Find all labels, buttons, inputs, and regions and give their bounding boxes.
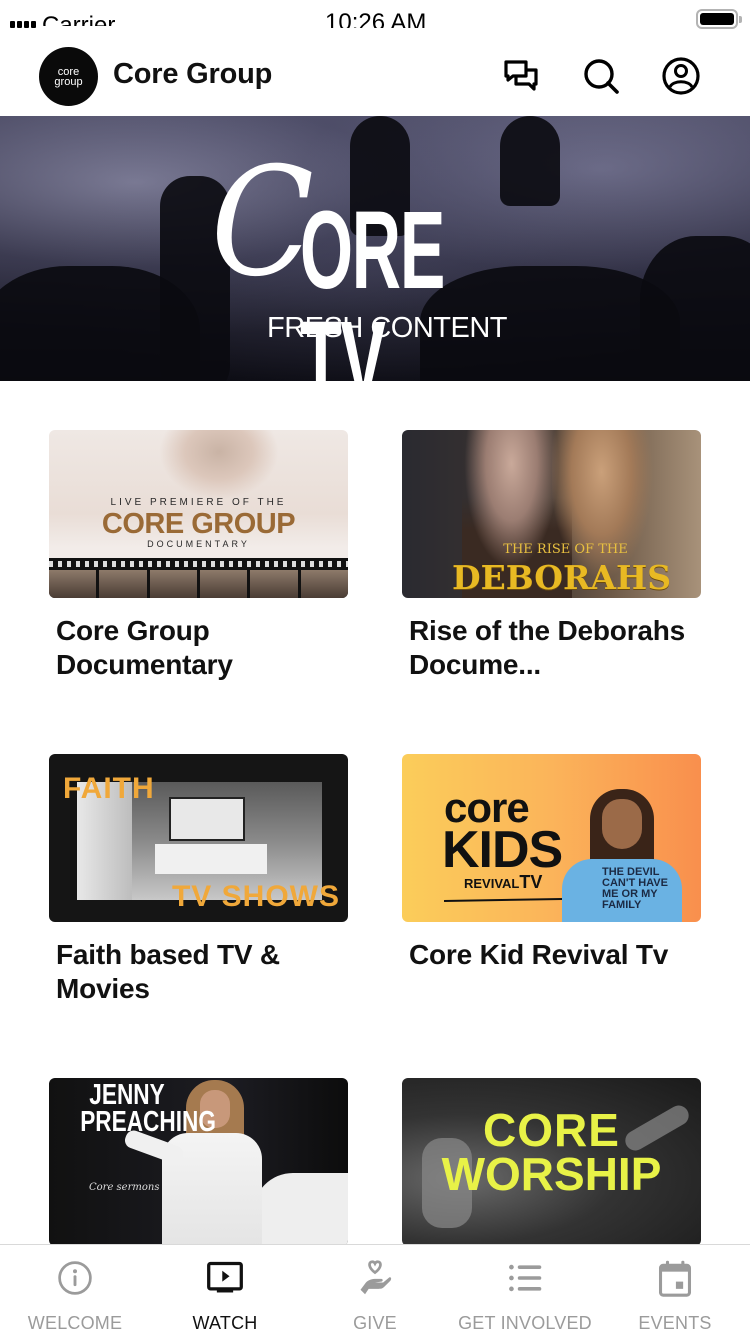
video-title: Core Group Documentary	[56, 615, 233, 680]
video-thumbnail[interactable]: THE RISE OF THE DEBORAHS	[402, 430, 701, 598]
video-title: Rise of the Deborahs Docume...	[409, 615, 686, 680]
thumb-text: THE RISE OF THE	[503, 542, 628, 557]
search-button[interactable]	[581, 56, 621, 96]
thumb-text: LIVE PREMIERE OF THE	[110, 497, 287, 508]
thumb-text: DEBORAHS	[451, 558, 672, 597]
info-icon	[58, 1261, 92, 1295]
tab-label: GET INVOLVED	[458, 1313, 592, 1333]
video-card[interactable]: THE RISE OF THE DEBORAHS Rise of the Deb…	[402, 430, 701, 682]
tab-welcome[interactable]: WELCOME	[0, 1245, 150, 1334]
video-thumbnail[interactable]: JENNY PREACHING Core sermons	[49, 1078, 348, 1246]
chat-button[interactable]	[501, 56, 541, 96]
thumb-text: CORE GROUP	[101, 508, 296, 540]
logo-text-top: core	[57, 65, 80, 78]
hero-title-script: C	[210, 136, 315, 310]
video-title: Faith based TV & Movies	[56, 939, 280, 1004]
video-card[interactable]: CORE WORSHIP	[402, 1078, 701, 1246]
carrier-label: Carrier	[42, 14, 115, 26]
thumb-text: CORE	[483, 1104, 620, 1156]
video-card[interactable]: FAITH TV SHOWS Faith based TV & Movies	[49, 754, 348, 1006]
chat-icon	[504, 60, 538, 91]
thumb-text: JENNY PREACHING	[80, 1079, 216, 1138]
status-bar: Carrier 10:26 AM	[0, 0, 750, 36]
thumb-text: Core sermons	[89, 1182, 160, 1193]
list-icon	[509, 1264, 542, 1292]
video-thumbnail[interactable]: CORE WORSHIP	[402, 1078, 701, 1246]
video-card[interactable]: LIVE PREMIERE OF THE CORE GROUP DOCUMENT…	[49, 430, 348, 682]
logo-text-bottom: group	[54, 75, 83, 88]
film-strip	[49, 558, 348, 598]
app-logo[interactable]: core group	[39, 47, 98, 106]
tab-label: EVENTS	[638, 1313, 712, 1333]
crowd-silhouette	[640, 236, 750, 381]
calendar-icon	[658, 1260, 692, 1297]
battery-icon	[696, 9, 742, 29]
thumb-text: WORSHIP	[441, 1148, 662, 1200]
tab-label: GIVE	[353, 1313, 397, 1333]
video-thumbnail[interactable]: FAITH TV SHOWS	[49, 754, 348, 922]
shirt-text: THE DEVIL CAN'T HAVE ME OR MY FAMILY	[602, 866, 668, 911]
tab-events[interactable]: EVENTS	[600, 1245, 750, 1334]
thumb-text: REVIVALTV	[464, 872, 543, 892]
app-title: Core Group	[113, 58, 273, 90]
hero-title-block: ORE TV	[300, 189, 445, 382]
video-thumbnail[interactable]: core KIDS REVIVALTV THE DEVIL CAN'T HAVE…	[402, 754, 701, 922]
thumb-text: TV SHOWS	[171, 880, 340, 913]
tab-label: WELCOME	[27, 1313, 123, 1333]
thumb-text: KIDS	[442, 821, 563, 879]
hero-banner[interactable]: C ORE TV FRESH CONTENT	[0, 116, 750, 381]
tv-play-icon	[207, 1261, 243, 1293]
tab-watch[interactable]: WATCH	[150, 1245, 300, 1334]
tab-give[interactable]: GIVE	[300, 1245, 450, 1334]
tab-label: WATCH	[192, 1313, 258, 1333]
signal-icon	[10, 18, 36, 28]
time-label: 10:26 AM	[325, 9, 427, 29]
account-button[interactable]	[661, 56, 701, 96]
video-card[interactable]: JENNY PREACHING Core sermons	[49, 1078, 348, 1246]
tab-get-involved[interactable]: GET INVOLVED	[450, 1245, 600, 1334]
thumb-text: FAITH	[63, 772, 155, 805]
heart-hand-icon	[360, 1260, 392, 1295]
search-icon	[584, 59, 619, 94]
video-card[interactable]: core KIDS REVIVALTV THE DEVIL CAN'T HAVE…	[402, 754, 701, 972]
app-header: core group Core Group	[0, 36, 750, 116]
video-title: Core Kid Revival Tv	[409, 939, 669, 970]
account-icon	[662, 57, 700, 95]
status-time: 10:26 AM	[325, 8, 427, 29]
video-thumbnail[interactable]: LIVE PREMIERE OF THE CORE GROUP DOCUMENT…	[49, 430, 348, 598]
hero-subtitle: FRESH CONTENT	[267, 312, 508, 344]
tab-bar: WELCOME WATCH GIVE GET INVOLVED EVENTS	[0, 1244, 750, 1334]
hero-title: C ORE TV	[205, 148, 545, 381]
thumb-text: DOCUMENTARY	[147, 539, 250, 549]
carrier-indicator: Carrier	[10, 8, 115, 28]
